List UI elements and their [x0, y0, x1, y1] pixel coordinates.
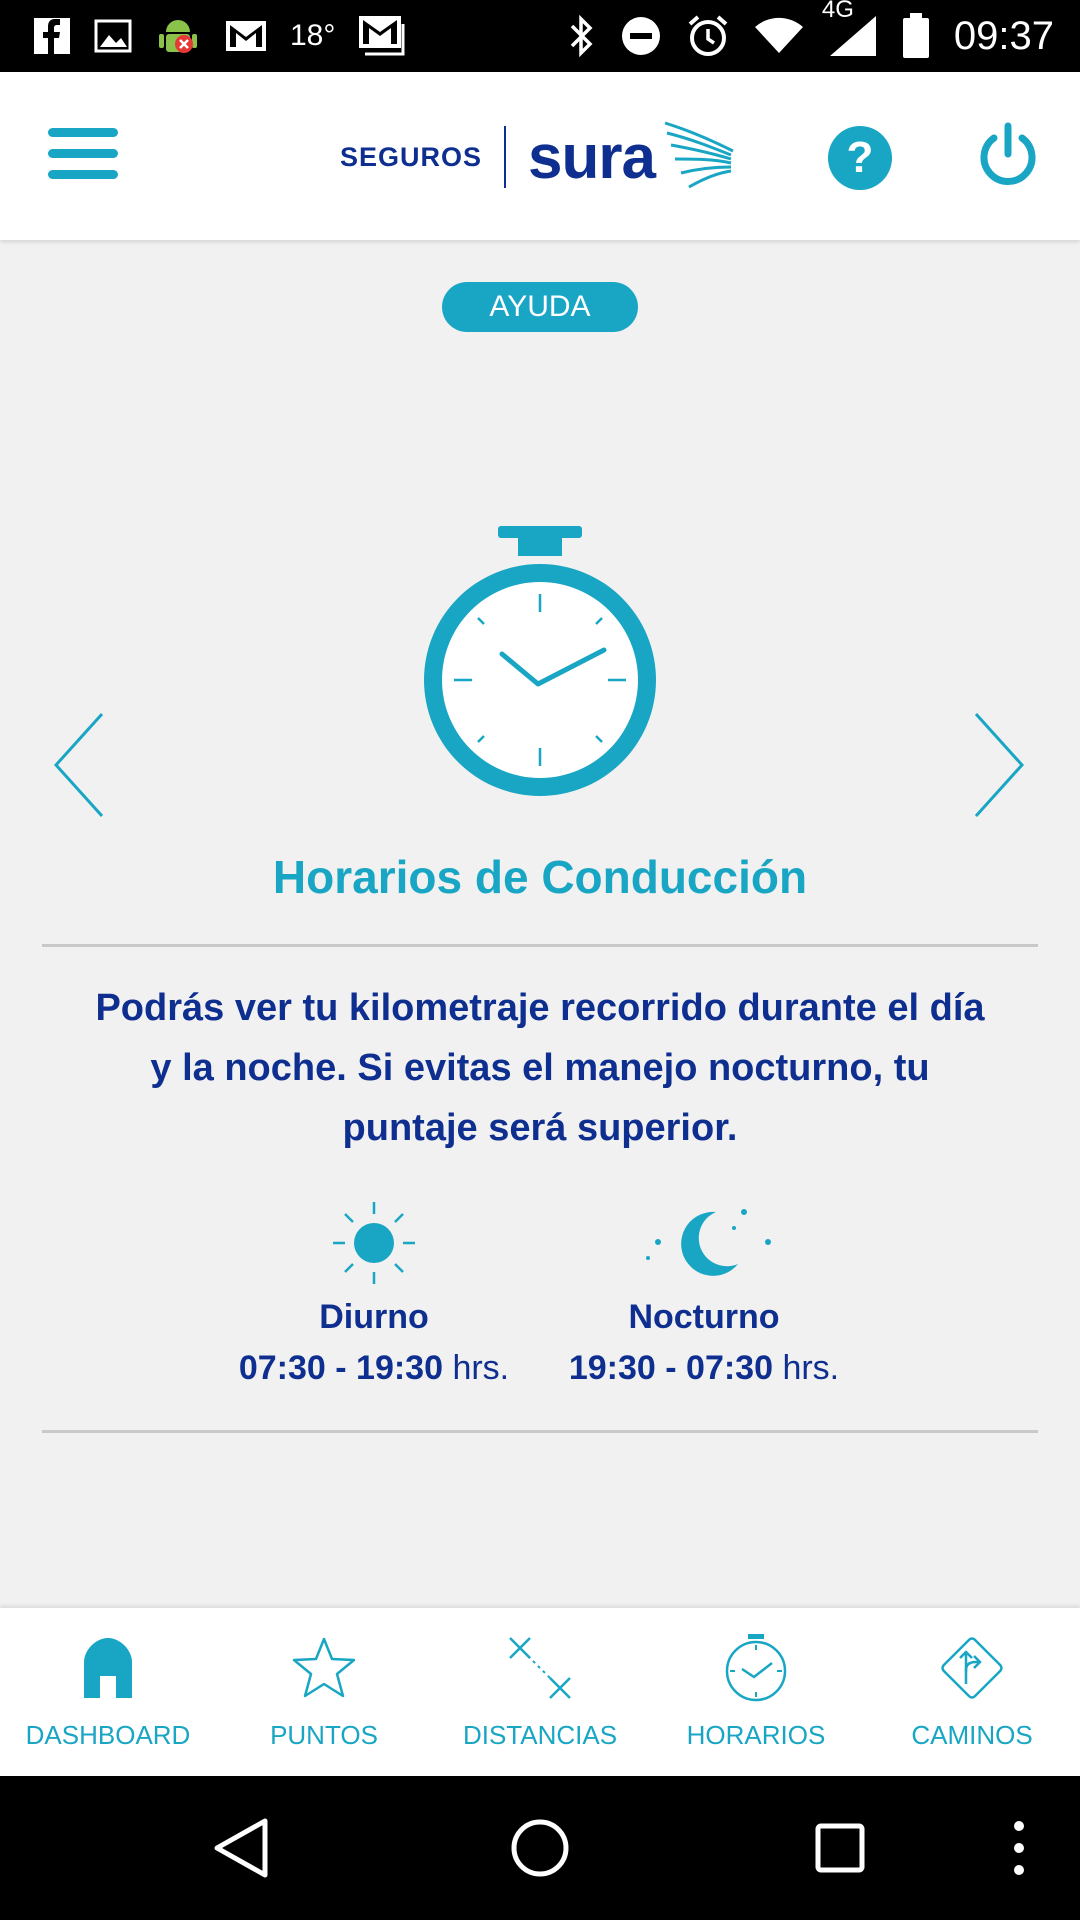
- clock-time-text: 09:37: [953, 13, 1054, 58]
- back-icon[interactable]: [206, 1776, 276, 1920]
- bottom-navigation: DASHBOARD PUNTOS DISTANCIAS HORARIOS CAM…: [0, 1608, 1080, 1776]
- cell-signal-icon: 4G: [822, 0, 878, 58]
- nav-label-caminos: CAMINOS: [911, 1720, 1033, 1750]
- route-icon: [936, 1630, 1008, 1706]
- nav-item-puntos[interactable]: PUNTOS: [216, 1608, 432, 1776]
- help-button[interactable]: ?: [828, 126, 892, 190]
- app-header: SEGUROS sura ?: [0, 72, 1080, 240]
- shift-night-name: Nocturno: [628, 1298, 780, 1336]
- gmail-icon: [224, 19, 268, 53]
- clock-icon: [722, 1630, 790, 1706]
- nav-item-distancias[interactable]: DISTANCIAS: [432, 1608, 648, 1776]
- help-content: AYUDA Horarios de Conducción Podrás ver …: [0, 240, 1080, 1608]
- gmail-icon: [357, 14, 409, 58]
- system-navigation-bar: [0, 1776, 1080, 1920]
- question-mark-icon: ?: [846, 133, 874, 182]
- alarm-icon: [686, 14, 730, 58]
- more-options-icon[interactable]: [1004, 1776, 1034, 1920]
- do-not-disturb-icon: [620, 15, 662, 57]
- moon-icon: [646, 1209, 771, 1276]
- shift-night-time: 19:30 - 07:30 hrs.: [568, 1349, 840, 1387]
- brand-prefix: SEGUROS: [340, 141, 483, 172]
- star-icon: [290, 1630, 358, 1706]
- shift-night: Nocturno 19:30 - 07:30 hrs.: [544, 1198, 864, 1388]
- seguros-sura-logo: SEGUROS sura: [340, 112, 737, 202]
- distance-icon: [506, 1630, 574, 1706]
- recent-apps-icon[interactable]: [812, 1776, 868, 1920]
- wifi-icon: [754, 17, 804, 55]
- shift-day-name: Diurno: [319, 1298, 429, 1336]
- nav-label-distancias: DISTANCIAS: [462, 1720, 618, 1750]
- status-bar: 18° 4G 09:37: [0, 0, 1080, 72]
- description-text: Podrás ver tu kilometraje recorrido dura…: [95, 987, 985, 1149]
- bottom-divider: [42, 1430, 1038, 1433]
- stopwatch-icon: [410, 524, 670, 804]
- sun-icon: [333, 1202, 415, 1284]
- chevron-left-icon[interactable]: [50, 710, 110, 820]
- nav-label-puntos: PUNTOS: [270, 1720, 378, 1750]
- android-debug-icon: [154, 12, 202, 60]
- brand-name: sura: [528, 122, 656, 192]
- nav-item-horarios[interactable]: HORARIOS: [648, 1608, 864, 1776]
- home-icon: [80, 1630, 136, 1706]
- brand-wing-icon: [661, 117, 737, 198]
- logo-divider: [504, 126, 507, 188]
- nav-label-dashboard: DASHBOARD: [25, 1720, 191, 1750]
- network-type-text: 4G: [821, 0, 854, 23]
- temperature-text: 18°: [290, 19, 336, 52]
- top-divider: [42, 944, 1038, 947]
- section-title: Horarios de Conducción: [272, 851, 808, 903]
- shift-day: Diurno 07:30 - 19:30 hrs.: [214, 1198, 534, 1388]
- bluetooth-icon: [568, 15, 596, 57]
- battery-icon: [902, 13, 930, 59]
- gallery-icon: [94, 19, 132, 53]
- nav-label-horarios: HORARIOS: [686, 1720, 826, 1750]
- facebook-icon: [32, 16, 72, 56]
- chevron-right-icon[interactable]: [968, 710, 1028, 820]
- ayuda-badge: AYUDA: [442, 282, 638, 332]
- nav-item-dashboard[interactable]: DASHBOARD: [0, 1608, 216, 1776]
- power-icon[interactable]: [978, 122, 1038, 188]
- shift-day-time: 07:30 - 19:30 hrs.: [238, 1349, 510, 1387]
- home-circle-icon[interactable]: [508, 1776, 572, 1920]
- nav-item-caminos[interactable]: CAMINOS: [864, 1608, 1080, 1776]
- hamburger-menu-icon[interactable]: [48, 128, 118, 184]
